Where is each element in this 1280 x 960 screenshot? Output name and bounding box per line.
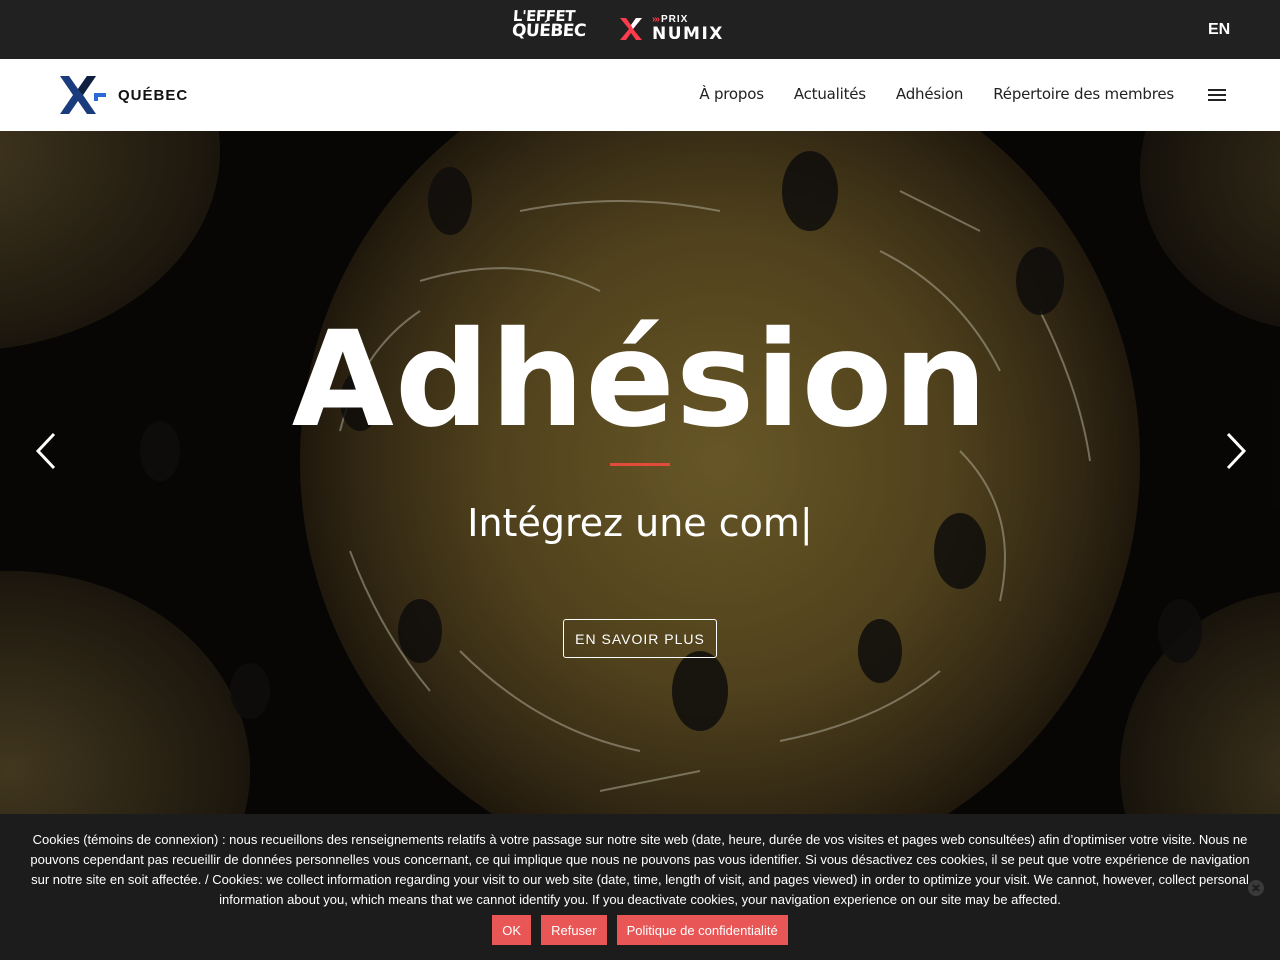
nav-menu: À propos Actualités Adhésion Répertoire … [699,85,1174,103]
language-toggle[interactable]: EN [1208,21,1230,39]
nav-link-a-propos[interactable]: À propos [699,85,764,103]
hero-subtitle: Intégrez une com| [467,501,813,545]
chevron-left-icon[interactable] [32,431,60,471]
numix-word: NUMIX [652,24,724,44]
nav-link-adhesion[interactable]: Adhésion [896,85,964,103]
top-bar: L'EFFET QUÉBEC ››› PRIX NUMIX EN [0,0,1280,59]
cookie-buttons: OK Refuser Politique de confidentialité [0,915,1280,945]
effet-quebec-logo[interactable]: L'EFFET QUÉBEC [511,7,587,51]
learn-more-button[interactable]: EN SAVOIR PLUS [563,619,717,658]
cookie-ok-button[interactable]: OK [492,915,532,945]
cookie-refuse-button[interactable]: Refuser [541,915,607,945]
nav-link-actualites[interactable]: Actualités [794,85,866,103]
chevron-right-icon[interactable] [1222,431,1250,471]
effet-logo-line2: QUÉBEC [511,21,587,42]
prix-numix-logo[interactable]: ››› PRIX NUMIX [618,14,722,46]
hero-title: Adhésion [291,303,989,457]
close-icon[interactable] [1248,880,1264,896]
privacy-policy-button[interactable]: Politique de confidentialité [616,915,788,945]
hero-divider [610,463,670,466]
brand-logo[interactable]: QUÉBEC [58,75,198,115]
brand-text: QUÉBEC [118,87,189,104]
x-logo-icon [60,76,106,114]
cookie-banner: Cookies (témoins de connexion) : nous re… [0,814,1280,960]
hero-slider: Adhésion Intégrez une com| EN SAVOIR PLU… [0,131,1280,814]
hamburger-icon[interactable] [1208,89,1228,103]
main-navbar: QUÉBEC À propos Actualités Adhésion Répe… [0,59,1280,131]
nav-link-repertoire[interactable]: Répertoire des membres [993,85,1174,103]
cookie-notice-text: Cookies (témoins de connexion) : nous re… [30,832,1250,907]
numix-x-icon [620,18,642,40]
hero-overlay [0,131,1280,814]
